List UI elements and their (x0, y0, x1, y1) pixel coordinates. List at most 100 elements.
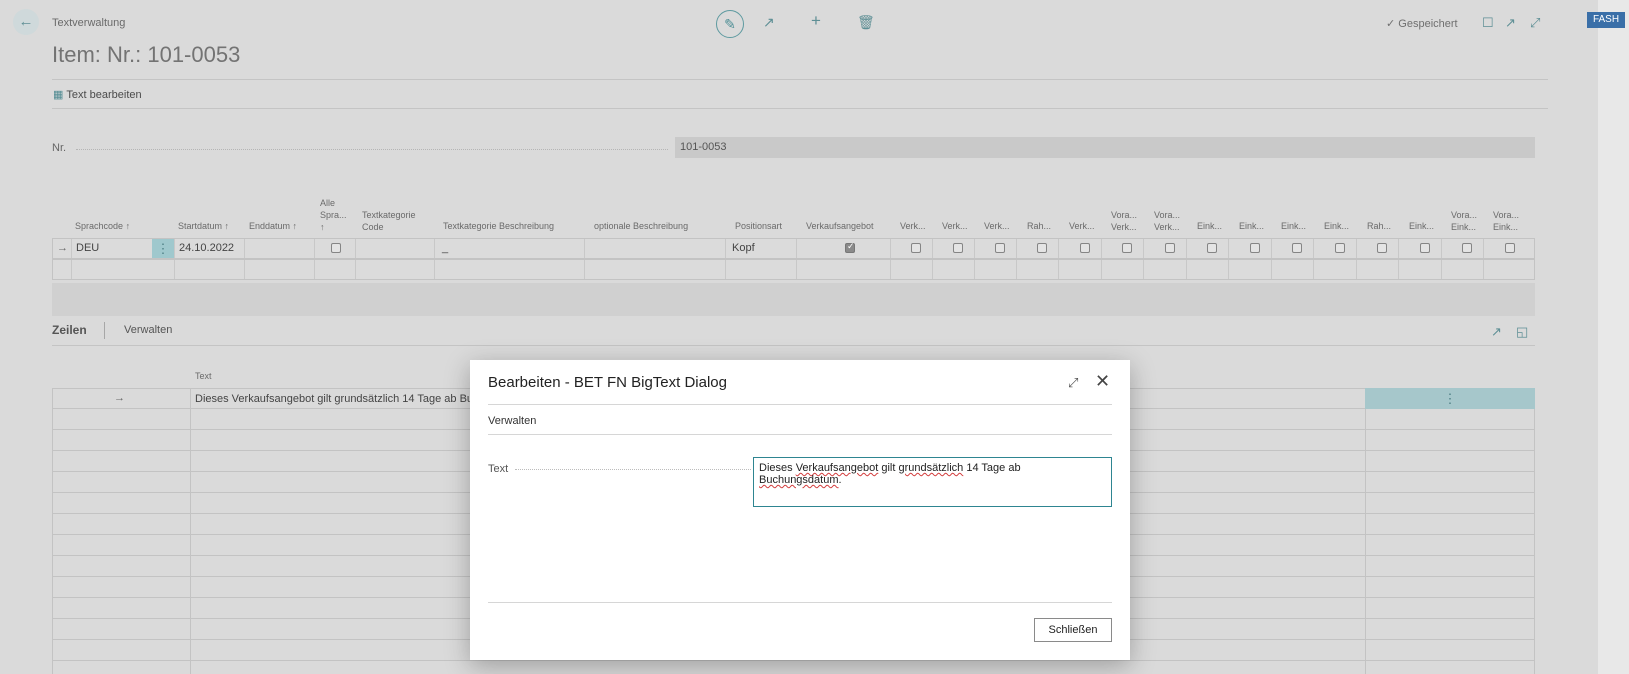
col-header-label: Enddatum (249, 221, 291, 231)
table-row-empty[interactable] (52, 259, 1535, 280)
col-header-verk[interactable]: Verk... (984, 220, 1010, 232)
col-header-startdatum[interactable]: Startdatum ↑ (178, 220, 229, 232)
tab-zeilen[interactable]: Zeilen (52, 323, 87, 337)
text-segment: . (838, 474, 842, 486)
checkbox-verk[interactable] (995, 243, 1005, 253)
expand-icon[interactable]: ⤢ (1068, 375, 1078, 391)
col-header-eink[interactable]: Eink... (1239, 220, 1264, 232)
cell-text[interactable]: Dieses Verkaufsangebot gilt grundsätzlic… (195, 393, 491, 405)
nr-field[interactable]: 101-0053 (675, 137, 1535, 158)
col-header-verkaufsangebot[interactable]: Verkaufsangebot (806, 220, 874, 232)
bookmark-icon[interactable]: ☐ (1482, 15, 1494, 31)
checkbox-verk[interactable] (1080, 243, 1090, 253)
divider (488, 602, 1112, 603)
dialog-title: Bearbeiten - BET FN BigText Dialog (488, 374, 727, 391)
checkbox-eink[interactable] (1335, 243, 1345, 253)
edit-pencil-button[interactable]: ✎ (716, 10, 744, 38)
col-header-eink[interactable]: Eink... (1281, 220, 1306, 232)
cell-sprachcode[interactable]: DEU (76, 239, 99, 258)
checkbox-vora-verk[interactable] (1165, 243, 1175, 253)
checkbox-vora-verk[interactable] (1122, 243, 1132, 253)
breadcrumb[interactable]: Textverwaltung (52, 17, 125, 29)
divider (52, 79, 1548, 80)
checkbox-verkaufsangebot[interactable] (845, 241, 855, 253)
edit-text-action[interactable]: ▦ Text bearbeiten (53, 88, 142, 101)
table-row[interactable]: → DEU ⋮ 24.10.2022 _ Kopf (52, 238, 1535, 259)
row-menu-button[interactable]: ⋮ (1365, 388, 1535, 409)
delete-trash-icon[interactable]: 🗑 (857, 14, 875, 31)
expand-view-icon[interactable]: ◱ (1516, 324, 1528, 340)
text-segment-misspelled: Buchungsdatum (759, 474, 839, 486)
tab-separator (104, 322, 105, 339)
col-header-alle-sprachen[interactable]: Alle Spra... ↑ (320, 197, 350, 233)
share-icon[interactable]: ↗ (1491, 324, 1502, 340)
back-button[interactable]: ← (13, 9, 39, 35)
checkbox-rah[interactable] (1037, 243, 1047, 253)
col-header-verk[interactable]: Verk... (942, 220, 968, 232)
checkbox-eink[interactable] (1250, 243, 1260, 253)
sort-asc-icon: ↑ (292, 221, 298, 231)
text-field-label: Text (488, 463, 509, 475)
col-header-verk[interactable]: Verk... (900, 220, 926, 232)
text-field[interactable]: Dieses Verkaufsangebot gilt grundsätzlic… (753, 457, 1112, 507)
open-new-window-icon[interactable]: ↗ (1505, 15, 1516, 31)
col-header-eink[interactable]: Eink... (1409, 220, 1434, 232)
close-button[interactable]: Schließen (1034, 618, 1112, 642)
check-icon: ✓ (1386, 18, 1396, 30)
checkbox-verk[interactable] (953, 243, 963, 253)
col-header-rah[interactable]: Rah... (1027, 220, 1051, 232)
col-header-optionale-beschreibung[interactable]: optionale Beschreibung (594, 220, 688, 232)
col-header-textkategorie-code[interactable]: Textkategorie Code (362, 209, 432, 233)
collapse-icon[interactable]: ⤢ (1530, 15, 1540, 31)
tab-verwalten[interactable]: Verwalten (124, 324, 172, 336)
text-segment: gilt (878, 462, 899, 474)
close-icon[interactable]: ✕ (1095, 371, 1110, 392)
page-title: Item: Nr.: 101-0053 (52, 42, 241, 67)
share-icon[interactable]: ↗ (763, 14, 775, 31)
leader-dots (76, 149, 668, 150)
cell-textkategorie-beschreibung[interactable]: _ (442, 239, 448, 258)
new-plus-icon[interactable]: + (811, 11, 821, 31)
checkbox-eink[interactable] (1292, 243, 1302, 253)
dialog-tab-verwalten[interactable]: Verwalten (488, 415, 536, 427)
checkbox-vora-eink[interactable] (1462, 243, 1472, 253)
col-header-verk[interactable]: Verk... (1069, 220, 1095, 232)
col-header-vora-eink[interactable]: Vora... Eink... (1451, 209, 1483, 233)
col-header-eink[interactable]: Eink... (1197, 220, 1222, 232)
cell-positionsart[interactable]: Kopf (732, 239, 755, 258)
checkbox-verk[interactable] (911, 243, 921, 253)
row-arrow-icon: → (57, 242, 68, 254)
col-header-eink[interactable]: Eink... (1324, 220, 1349, 232)
col-header-vora-eink[interactable]: Vora... Eink... (1493, 209, 1525, 233)
checkbox-vora-eink[interactable] (1505, 243, 1515, 253)
col-header-text[interactable]: Text (195, 371, 212, 381)
checkbox-rah[interactable] (1377, 243, 1387, 253)
text-segment: Dieses (759, 462, 796, 474)
col-header-label: Sprachcode (75, 221, 124, 231)
col-header-rah[interactable]: Rah... (1367, 220, 1391, 232)
leader-dots (515, 469, 751, 470)
bigtext-dialog: Bearbeiten - BET FN BigText Dialog ⤢ ✕ V… (470, 360, 1130, 660)
col-header-vora-verk[interactable]: Vora... Verk... (1111, 209, 1143, 233)
checkbox-alle-sprachen[interactable] (331, 243, 341, 253)
sort-asc-icon: ↑ (125, 221, 131, 231)
text-segment-misspelled: Verkaufsangebot (795, 462, 879, 474)
checkbox-eink[interactable] (1420, 243, 1430, 253)
row-menu-button[interactable]: ⋮ (152, 239, 174, 258)
edit-text-label: Text bearbeiten (66, 89, 142, 101)
col-header-vora-verk[interactable]: Vora... Verk... (1154, 209, 1186, 233)
col-header-label: Startdatum (178, 221, 223, 231)
grid-footer-band (52, 283, 1535, 316)
col-header-textkategorie-beschreibung[interactable]: Textkategorie Beschreibung (443, 220, 554, 232)
text-segment: 14 Tage ab (963, 462, 1021, 474)
col-header-sprachcode[interactable]: Sprachcode ↑ (75, 220, 130, 232)
col-header-enddatum[interactable]: Enddatum ↑ (249, 220, 297, 232)
cell-startdatum[interactable]: 24.10.2022 (179, 239, 234, 258)
col-header-positionsart[interactable]: Positionsart (735, 220, 782, 232)
edit-text-icon: ▦ (53, 89, 64, 101)
checkbox-eink[interactable] (1207, 243, 1217, 253)
text-segment-misspelled: grundsätzlich (898, 462, 964, 474)
nr-label: Nr. (52, 142, 67, 154)
row-arrow-icon: → (114, 392, 125, 404)
company-badge[interactable]: FASH (1587, 12, 1625, 28)
